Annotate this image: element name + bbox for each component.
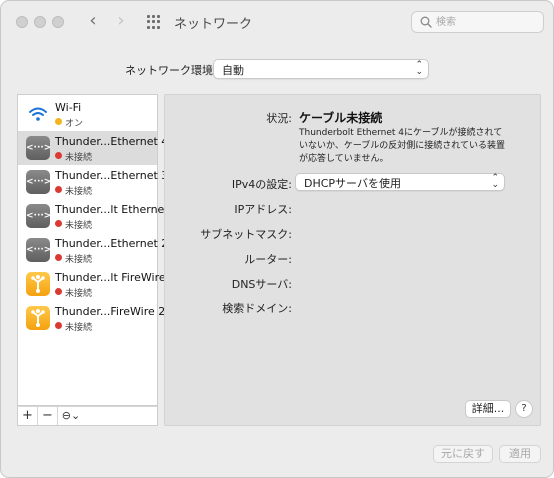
service-status: 未接続 — [65, 153, 93, 163]
back-button[interactable]: ‹ — [85, 10, 101, 32]
dns-server-label: DNSサーバ: — [231, 278, 292, 291]
status-dot-icon — [55, 186, 62, 193]
network-preferences-window: ‹ › ネットワーク ネットワーク環境: 自動 ⌃⌄ Wi-Fi オン <···> T… — [0, 0, 554, 478]
minimize-window-button[interactable] — [34, 16, 46, 28]
service-row[interactable]: <···> Thunder...lt Ethernet 未接続 — [18, 199, 169, 233]
service-name: Thunder...FireWire 2 — [55, 305, 166, 318]
status-label: 状況: — [266, 112, 292, 125]
service-name: Thunder...Ethernet 4 — [55, 135, 169, 148]
firewire-icon — [26, 272, 50, 296]
service-status: オン — [65, 119, 84, 129]
close-window-button[interactable] — [16, 16, 28, 28]
status-dot-icon — [55, 152, 62, 159]
help-button[interactable]: ? — [515, 400, 533, 418]
ip-address-label: IPアドレス: — [234, 203, 292, 216]
status-dot-icon — [55, 254, 62, 261]
service-status: 未接続 — [65, 323, 93, 333]
up-down-arrows-icon: ⌃ ⌄ — [415, 60, 423, 77]
service-row[interactable]: Wi-Fi オン — [18, 97, 157, 131]
status-description: Thunderbolt Ethernet 4にケーブルが接続されていないか、ケー… — [299, 128, 506, 164]
window-title: ネットワーク — [174, 17, 253, 32]
service-row[interactable]: <···> Thunder...Ethernet 3 未接続 — [18, 165, 168, 199]
revert-button[interactable]: 元に戻す — [433, 445, 493, 463]
add-service-button[interactable]: + — [18, 407, 38, 425]
detail-panel: 状況: ケーブル未接続 Thunderbolt Ethernet 4にケーブルが… — [164, 94, 541, 426]
router-label: ルーター: — [244, 253, 292, 266]
title-bar: ‹ › ネットワーク — [1, 1, 553, 43]
service-row[interactable]: <···> Thunder...Ethernet 2 未接続 — [18, 233, 168, 267]
search-domain-label: 検索ドメイン: — [222, 302, 292, 315]
service-status: 未接続 — [65, 187, 93, 197]
status-dot-icon — [55, 288, 62, 295]
chevron-right-icon: › — [117, 10, 125, 31]
ethernet-icon: <···> — [26, 238, 51, 262]
search-field[interactable] — [411, 11, 544, 33]
ethernet-icon: <···> — [26, 136, 51, 160]
service-name: Thunder...Ethernet 2 — [55, 237, 169, 250]
subnet-mask-label: サブネットマスク: — [200, 228, 292, 241]
forward-button[interactable]: › — [113, 10, 129, 32]
service-row[interactable]: <···> Thunder...Ethernet 4 未接続 — [18, 131, 168, 165]
service-list-toolbar: + − ⊖⌄ — [17, 406, 158, 426]
service-row[interactable]: Thunder...lt FireWire 未接続 — [18, 267, 166, 301]
location-label: ネットワーク環境: — [125, 64, 217, 77]
show-all-grid-icon[interactable] — [147, 15, 161, 29]
service-status: 未接続 — [65, 289, 93, 299]
advanced-button[interactable]: 詳細... — [465, 400, 511, 418]
status-value: ケーブル未接続 — [299, 111, 383, 125]
ethernet-icon: <···> — [26, 170, 51, 194]
service-row[interactable]: Thunder...FireWire 2 未接続 — [18, 301, 165, 335]
ipv4-config-popup[interactable]: DHCPサーバを使用 ⌃ ⌄ — [295, 173, 505, 191]
location-value: 自動 — [222, 64, 244, 77]
search-icon — [420, 16, 432, 28]
up-down-arrows-icon: ⌃ ⌄ — [491, 173, 499, 190]
ipv4-config-label: IPv4の設定: — [231, 178, 292, 191]
firewire-icon — [26, 306, 50, 330]
ipv4-config-value: DHCPサーバを使用 — [304, 177, 401, 190]
location-popup[interactable]: 自動 ⌃ ⌄ — [213, 59, 429, 79]
service-name: Thunder...lt FireWire — [55, 271, 166, 284]
ethernet-icon: <···> — [26, 204, 51, 228]
zoom-window-button[interactable] — [52, 16, 64, 28]
status-dot-icon — [55, 118, 62, 125]
wifi-icon — [26, 102, 50, 126]
service-list: Wi-Fi オン <···> Thunder...Ethernet 4 未接続 <···>… — [17, 94, 169, 406]
service-name: Wi-Fi — [55, 101, 82, 114]
service-status: 未接続 — [65, 221, 93, 231]
apply-button[interactable]: 適用 — [499, 445, 541, 463]
service-name: Thunder...lt Ethernet — [55, 203, 169, 216]
status-dot-icon — [55, 220, 62, 227]
remove-service-button[interactable]: − — [38, 407, 58, 425]
chevron-left-icon: ‹ — [89, 10, 97, 31]
status-dot-icon — [55, 322, 62, 329]
service-name: Thunder...Ethernet 3 — [55, 169, 169, 182]
search-input[interactable] — [436, 14, 540, 30]
service-action-menu-button[interactable]: ⊖⌄ — [58, 407, 84, 425]
service-status: 未接続 — [65, 255, 93, 265]
